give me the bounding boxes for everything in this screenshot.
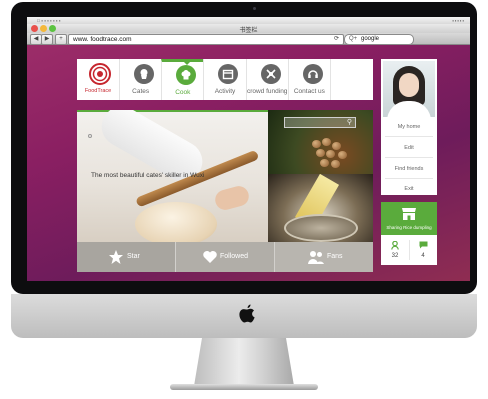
chef-hat-icon bbox=[176, 65, 197, 85]
mac-menu-bar:  ▪ ▪ ▪ ▪ ▪ ▪ ▪ ▪ ▪ ▪ ▪ ▪ bbox=[27, 17, 470, 24]
hand-image bbox=[212, 183, 252, 213]
sidebar-item-find-friends[interactable]: Find friends bbox=[381, 166, 437, 172]
social-label: Star bbox=[127, 253, 140, 260]
sidebar-item-edit[interactable]: Edit bbox=[381, 145, 437, 151]
walnut bbox=[331, 160, 340, 168]
plus-icon[interactable]: + bbox=[55, 34, 67, 45]
main-nav: FoodTrace Cates Cook Activity crowd fund… bbox=[77, 59, 373, 100]
search-prefix: Q+ bbox=[349, 36, 358, 42]
avatar-face bbox=[399, 73, 419, 97]
screen:  ▪ ▪ ▪ ▪ ▪ ▪ ▪ ▪ ▪ ▪ ▪ ▪ 书签栏 ◀ ▶ + www.… bbox=[27, 17, 470, 281]
address-bar[interactable]: www. foodtrace.com ⟳ bbox=[68, 34, 344, 45]
menu-status-icons: ▪ ▪ ▪ ▪ ▪ bbox=[452, 18, 464, 23]
nav-label: Contact us bbox=[293, 88, 325, 95]
user-icon bbox=[391, 241, 399, 250]
walnut bbox=[316, 149, 325, 157]
logo-text: FoodTrace bbox=[84, 88, 112, 94]
fans-tab[interactable]: Fans bbox=[274, 242, 373, 272]
browser-titlebar: 书签栏 bbox=[27, 24, 470, 34]
search-text: google bbox=[361, 36, 380, 42]
crowd-funding-icon bbox=[260, 64, 281, 84]
social-label: Followed bbox=[220, 253, 249, 260]
heart-icon bbox=[203, 251, 217, 263]
messages-stat[interactable]: 4 bbox=[409, 235, 437, 265]
hero-image[interactable]: The most beautiful cates' skiller in Wux… bbox=[77, 110, 268, 242]
steamer-bowl-image bbox=[284, 214, 358, 242]
headset-icon bbox=[302, 64, 323, 84]
site-search-input[interactable]: ⚲ bbox=[284, 117, 356, 128]
walnut bbox=[312, 140, 321, 148]
message-icon bbox=[419, 241, 428, 249]
stat-value: 4 bbox=[421, 253, 425, 259]
website: FoodTrace Cates Cook Activity crowd fund… bbox=[27, 45, 470, 281]
calendar-icon bbox=[218, 64, 239, 84]
monitor-stand bbox=[194, 338, 294, 386]
nav-item-crowd-funding[interactable]: crowd funding bbox=[245, 59, 288, 100]
stat-value: 32 bbox=[391, 253, 399, 259]
cupcake-icon bbox=[134, 64, 155, 84]
walnut bbox=[322, 138, 331, 146]
browser-toolbar: ◀ ▶ + www. foodtrace.com ⟳ Q+ google bbox=[27, 33, 470, 45]
nav-label: Activity bbox=[214, 88, 236, 95]
monitor-base bbox=[170, 384, 318, 390]
carousel-dot[interactable] bbox=[88, 134, 92, 138]
camera-dot bbox=[253, 7, 256, 10]
walnuts-photo[interactable]: ⚲ bbox=[268, 110, 373, 174]
foodtrace-logo-icon bbox=[89, 63, 111, 85]
shop-icon bbox=[402, 208, 416, 220]
star-tab[interactable]: Star bbox=[77, 242, 175, 272]
dough-image bbox=[135, 202, 217, 242]
avatar[interactable] bbox=[383, 61, 435, 117]
people-icon bbox=[308, 251, 324, 264]
menu-items[interactable]:  ▪ ▪ ▪ ▪ ▪ ▪ ▪ bbox=[37, 18, 61, 23]
followed-tab[interactable]: Followed bbox=[175, 242, 274, 272]
foodtrace-logo[interactable]: FoodTrace bbox=[77, 59, 119, 100]
url-text: www. foodtrace.com bbox=[73, 36, 132, 43]
social-bar: Star Followed Fans bbox=[77, 242, 373, 272]
search-icon[interactable]: ⚲ bbox=[347, 118, 352, 126]
hero-caption: The most beautiful cates' skiller in Wux… bbox=[91, 172, 205, 179]
reload-icon[interactable]: ⟳ bbox=[334, 35, 339, 44]
divider bbox=[385, 136, 433, 137]
divider bbox=[385, 157, 433, 158]
shop-card[interactable]: Sharing Rice dumpling bbox=[381, 202, 437, 235]
nav-spacer bbox=[329, 59, 373, 100]
sidebar-item-my-home[interactable]: My home bbox=[381, 124, 437, 130]
social-label: Fans bbox=[327, 253, 343, 260]
nav-item-contact-us[interactable]: Contact us bbox=[287, 59, 330, 100]
followers-stat[interactable]: 32 bbox=[381, 235, 409, 265]
forward-arrow-icon[interactable]: ▶ bbox=[41, 34, 53, 45]
walnut bbox=[338, 151, 347, 159]
profile-sidebar: My home Edit Find friends Exit bbox=[381, 59, 437, 195]
walnut bbox=[326, 150, 335, 158]
nav-item-cates[interactable]: Cates bbox=[119, 59, 161, 100]
divider bbox=[385, 178, 433, 179]
nav-label: Cates bbox=[132, 88, 150, 95]
profile-stats: 32 4 bbox=[381, 235, 437, 265]
hero-accent-bar bbox=[77, 110, 268, 112]
sidebar-item-exit[interactable]: Exit bbox=[381, 186, 437, 192]
browser-search-field[interactable]: Q+ google bbox=[344, 34, 414, 45]
walnut bbox=[332, 142, 341, 150]
steamer-photo[interactable] bbox=[268, 174, 373, 242]
walnut bbox=[320, 159, 329, 167]
shop-label: Sharing Rice dumpling bbox=[386, 225, 432, 230]
nav-label: crowd funding bbox=[246, 88, 288, 95]
nav-item-activity[interactable]: Activity bbox=[203, 59, 245, 100]
nav-item-cook[interactable]: Cook bbox=[161, 59, 204, 100]
star-icon bbox=[109, 250, 123, 264]
apple-logo-icon bbox=[239, 304, 255, 323]
nav-label: Cook bbox=[175, 89, 191, 96]
